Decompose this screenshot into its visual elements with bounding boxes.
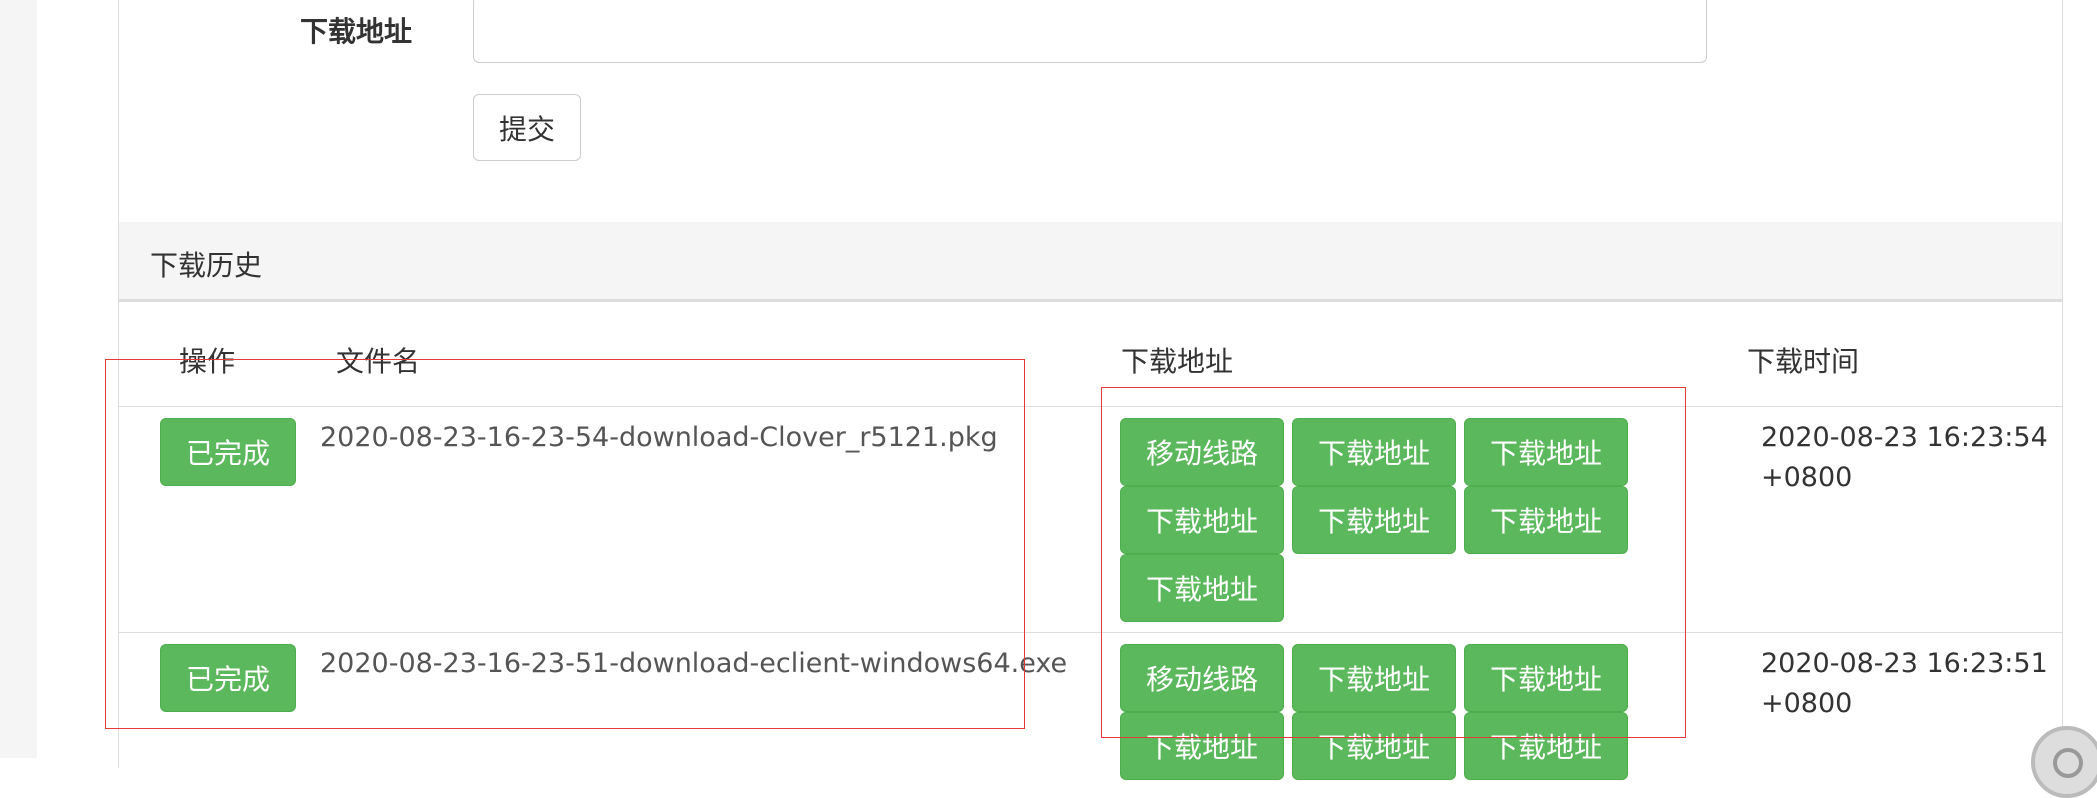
link-download[interactable]: 下载地址 xyxy=(1120,554,1284,622)
file-name: 2020-08-23-16-23-51-download-eclient-win… xyxy=(320,648,1068,679)
link-download[interactable]: 下载地址 xyxy=(1292,486,1456,554)
link-mobile-route[interactable]: 移动线路 xyxy=(1120,418,1284,486)
link-download[interactable]: 下载地址 xyxy=(1292,712,1456,780)
column-header-action: 操作 xyxy=(179,345,236,378)
submit-button[interactable]: 提交 xyxy=(473,94,581,161)
status-completed-button[interactable]: 已完成 xyxy=(160,418,296,486)
column-header-filename: 文件名 xyxy=(336,345,421,378)
download-time: 2020-08-23 16:23:51 +0800 xyxy=(1761,644,2048,724)
link-download[interactable]: 下载地址 xyxy=(1292,418,1456,486)
link-download[interactable]: 下载地址 xyxy=(1120,712,1284,780)
link-download[interactable]: 下载地址 xyxy=(1120,486,1284,554)
download-time-datetime: 2020-08-23 16:23:51 xyxy=(1761,648,2048,679)
left-gutter xyxy=(0,0,37,758)
file-name: 2020-08-23-16-23-54-download-Clover_r512… xyxy=(320,422,998,453)
download-time-offset: +0800 xyxy=(1761,688,1853,719)
link-mobile-route[interactable]: 移动线路 xyxy=(1120,644,1284,712)
link-download[interactable]: 下载地址 xyxy=(1464,644,1628,712)
row-divider xyxy=(119,632,2062,633)
download-time-datetime: 2020-08-23 16:23:54 xyxy=(1761,422,2048,453)
refresh-icon[interactable] xyxy=(2031,726,2097,798)
download-time: 2020-08-23 16:23:54 +0800 xyxy=(1761,418,2048,498)
link-download[interactable]: 下载地址 xyxy=(1464,712,1628,780)
column-header-time: 下载时间 xyxy=(1747,345,1860,378)
table-header-divider xyxy=(119,406,2062,407)
history-panel-header xyxy=(119,222,2062,302)
link-download[interactable]: 下载地址 xyxy=(1292,644,1456,712)
download-url-label: 下载地址 xyxy=(300,15,413,48)
link-download[interactable]: 下载地址 xyxy=(1464,418,1628,486)
download-time-offset: +0800 xyxy=(1761,462,1853,493)
download-url-input[interactable] xyxy=(473,0,1707,63)
link-download[interactable]: 下载地址 xyxy=(1464,486,1628,554)
status-completed-button[interactable]: 已完成 xyxy=(160,644,296,712)
history-title: 下载历史 xyxy=(150,249,263,282)
column-header-url: 下载地址 xyxy=(1121,345,1234,378)
